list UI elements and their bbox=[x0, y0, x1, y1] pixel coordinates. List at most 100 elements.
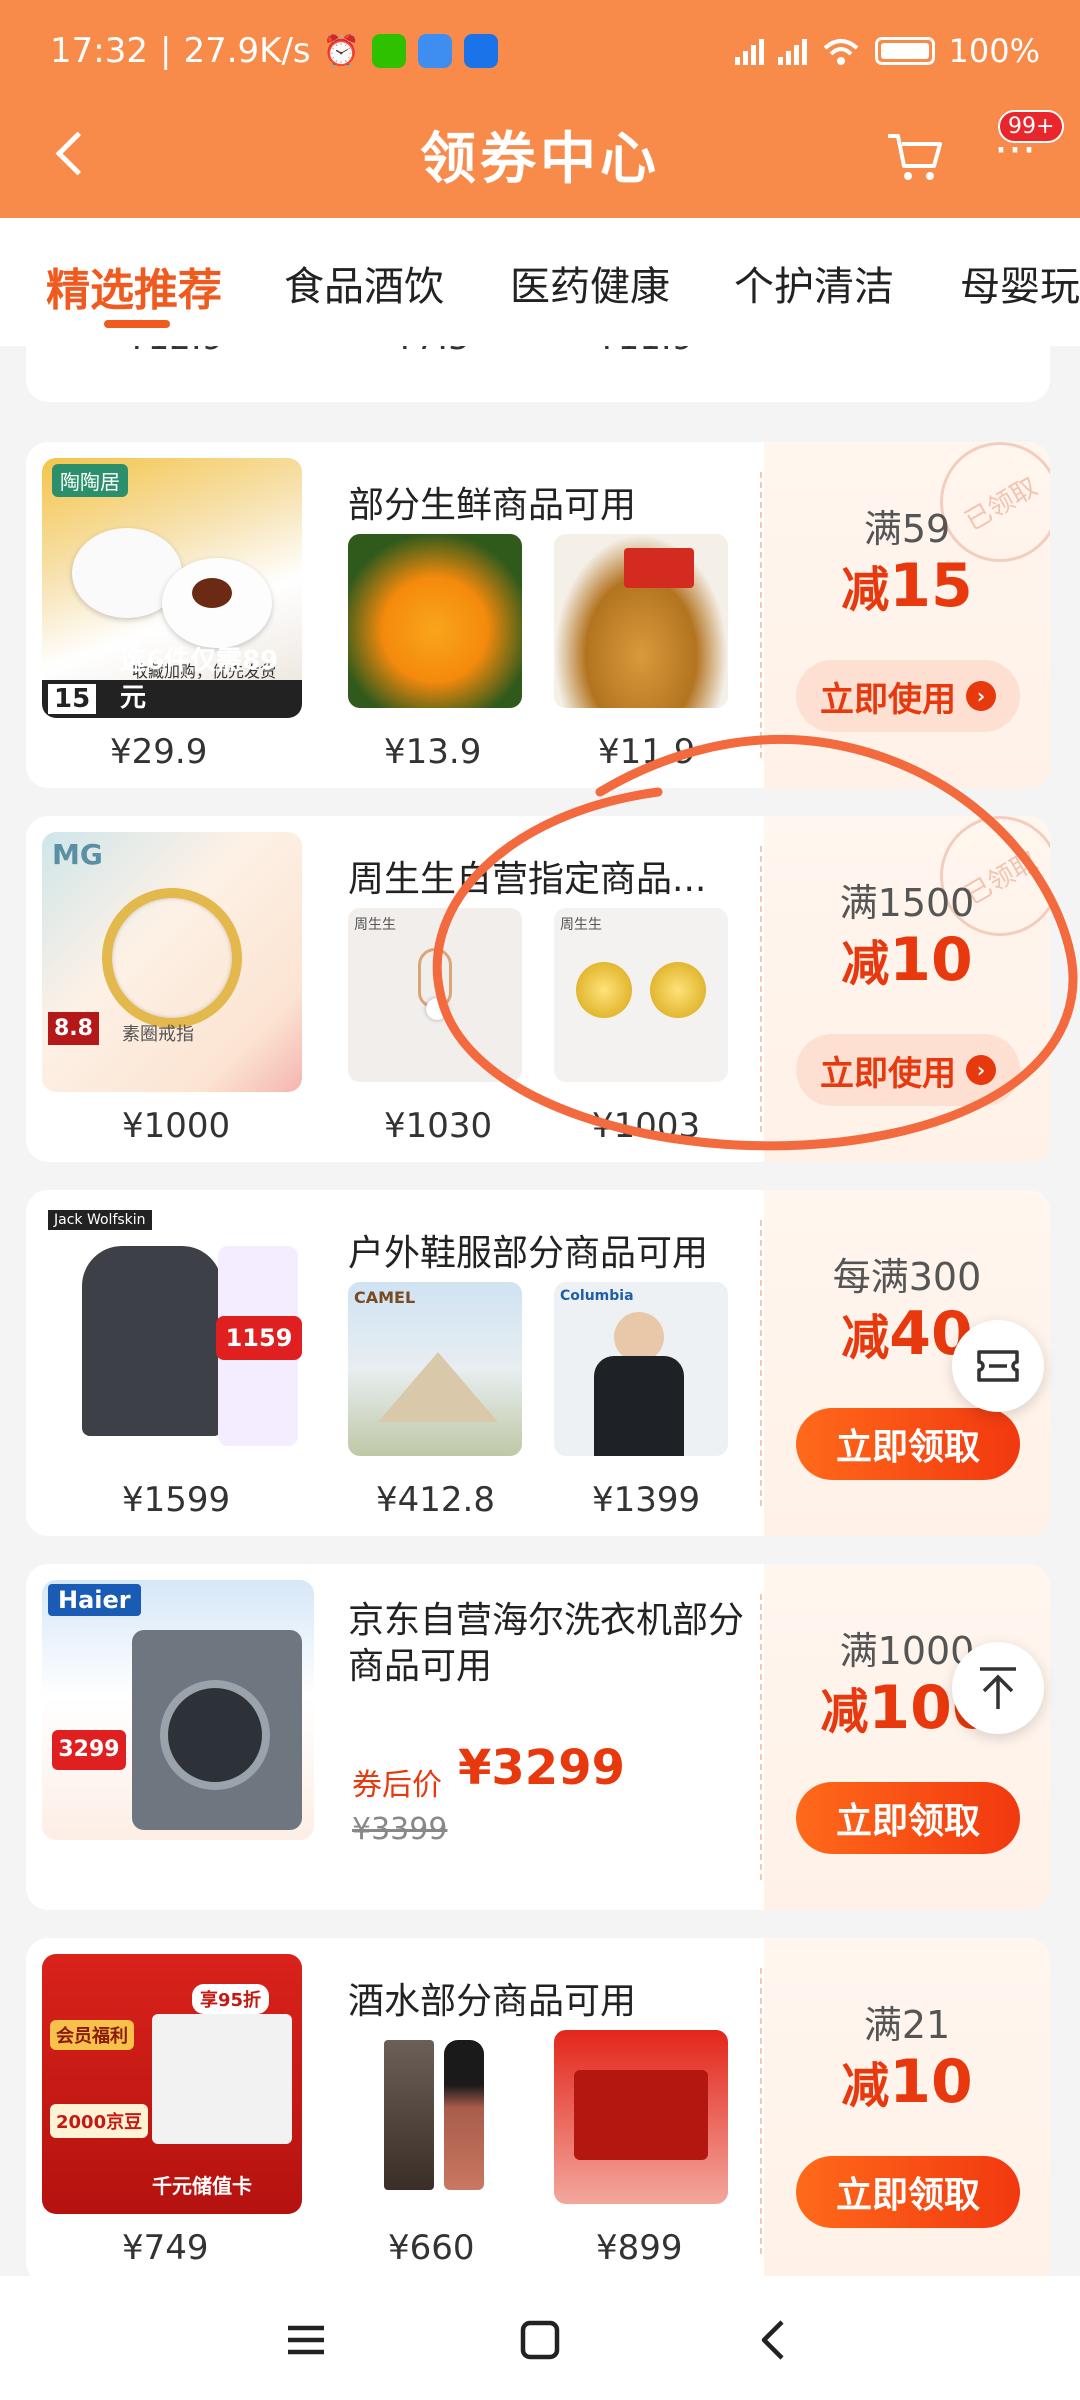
product-image-washer[interactable]: Haier 3299 bbox=[42, 1580, 314, 1840]
tab-food[interactable]: 食品酒饮 bbox=[284, 254, 444, 312]
discount-amount: 10 bbox=[889, 2047, 973, 2117]
image-badge: 15 bbox=[48, 684, 97, 714]
image-label: 2000京豆 bbox=[50, 2104, 149, 2138]
jacket-shape bbox=[82, 1246, 222, 1436]
coupon-list[interactable]: ¥12.9 ¥7.5 ¥11.9 陶陶居 收藏加购，优先发货 15 选6件仅需8… bbox=[0, 346, 1080, 2276]
status-time: 17:32 bbox=[50, 31, 148, 71]
back-to-top-button[interactable] bbox=[952, 1642, 1044, 1734]
signal-icon bbox=[777, 37, 807, 65]
coupon-condition: 满59 bbox=[863, 507, 951, 551]
status-bar: 17:32 | 27.9K/s ⏰ 100% bbox=[50, 26, 1040, 76]
product-price: ¥12.9 bbox=[126, 346, 223, 358]
bun-filling bbox=[192, 578, 232, 608]
claim-now-button[interactable]: 立即领取 bbox=[796, 1408, 1020, 1480]
annotation-circle bbox=[432, 734, 1078, 1151]
image-overlay-text: 选6件仅需89元 bbox=[120, 646, 279, 713]
product-price: ¥1599 bbox=[122, 1480, 231, 1520]
coupon-card[interactable]: Haier 3299 京东自营海尔洗衣机部分商品可用 券后价 ¥3299 ¥33… bbox=[26, 1564, 1050, 1910]
discount-amount: 15 bbox=[889, 551, 973, 621]
coat-shape bbox=[594, 1356, 684, 1456]
package-shape bbox=[624, 548, 694, 588]
after-coupon-price: ¥3299 bbox=[458, 1740, 625, 1796]
coupon-title: 部分生鲜商品可用 bbox=[348, 485, 637, 526]
product-image-tent[interactable]: CAMEL bbox=[348, 1282, 522, 1456]
tab-personal-care[interactable]: 个护清洁 bbox=[734, 254, 894, 312]
coupon-discount: 减15 bbox=[764, 550, 1050, 621]
product-image-ring[interactable]: MG 素圈戒指 8.8 bbox=[42, 832, 302, 1092]
product-image-gift-set[interactable] bbox=[554, 2030, 728, 2204]
signal-icon bbox=[734, 37, 764, 65]
coupon-title: 京东自营海尔洗衣机部分商品可用 bbox=[348, 1600, 745, 1687]
coupon-condition: 每满300 bbox=[832, 1255, 982, 1299]
discount-prefix: 减 bbox=[841, 1310, 890, 1366]
nav-bar: 领券中心 ··· 99+ bbox=[0, 100, 1080, 208]
image-price: 3299 bbox=[52, 1730, 126, 1770]
coupon-discount: 减10 bbox=[764, 2046, 1050, 2117]
product-image-chestnut[interactable] bbox=[554, 534, 728, 708]
brand-label: 周生生 bbox=[354, 917, 396, 933]
cart-badge: 99+ bbox=[998, 110, 1065, 143]
product-price: ¥1399 bbox=[592, 1480, 701, 1520]
product-image-jacket[interactable]: Jack Wolfskin 1159 bbox=[42, 1206, 302, 1466]
brand-label: Jack Wolfskin bbox=[48, 1210, 152, 1230]
coupon-card[interactable]: Jack Wolfskin 1159 户外鞋服部分商品可用 CAMEL Colu… bbox=[26, 1190, 1050, 1536]
product-price: ¥660 bbox=[388, 2228, 475, 2268]
tab-featured[interactable]: 精选推荐 bbox=[46, 254, 222, 318]
cart-icon[interactable] bbox=[884, 128, 944, 184]
wechat-icon bbox=[371, 34, 406, 68]
tent-shape bbox=[378, 1352, 498, 1422]
product-image-brandy[interactable] bbox=[348, 2030, 522, 2204]
tab-mother-baby[interactable]: 母婴玩 bbox=[960, 254, 1080, 312]
arrow-right-icon: › bbox=[966, 681, 996, 711]
product-image-liquor[interactable]: 享95折 会员福利 2000京豆 千元储值卡 bbox=[42, 1954, 302, 2214]
arrow-up-icon bbox=[980, 1667, 1016, 1709]
product-price: ¥1000 bbox=[122, 1106, 231, 1146]
coupon-title: 户外鞋服部分商品可用 bbox=[348, 1233, 709, 1274]
coupon-divider bbox=[760, 472, 762, 758]
product-price: ¥412.8 bbox=[376, 1480, 495, 1520]
header-bar: 17:32 | 27.9K/s ⏰ 100% 领券中心 ··· 99+ bbox=[0, 0, 1080, 218]
coupon-divider bbox=[760, 1594, 762, 1880]
brand-label: Haier bbox=[48, 1584, 141, 1616]
washer-door bbox=[160, 1680, 270, 1790]
gift-set-shape bbox=[574, 2070, 708, 2160]
brand-label: MG bbox=[52, 838, 103, 871]
product-price: ¥29.9 bbox=[110, 732, 208, 772]
tab-indicator bbox=[104, 320, 170, 328]
coupon-divider bbox=[760, 1220, 762, 1506]
product-image-coat[interactable]: Columbia bbox=[554, 1282, 728, 1456]
tab-health[interactable]: 医药健康 bbox=[510, 254, 670, 312]
claim-now-button[interactable]: 立即领取 bbox=[796, 2156, 1020, 2228]
original-price: ¥3399 bbox=[352, 1812, 448, 1847]
coupon-card-partial[interactable]: ¥12.9 ¥7.5 ¥11.9 bbox=[26, 346, 1050, 402]
discount-prefix: 减 bbox=[820, 1684, 869, 1740]
image-price: 1159 bbox=[216, 1316, 302, 1360]
battery-icon bbox=[874, 37, 935, 65]
battery-percent: 100% bbox=[948, 32, 1040, 70]
product-price: ¥11.9 bbox=[596, 346, 693, 358]
status-divider: | bbox=[159, 31, 172, 71]
claim-now-button[interactable]: 立即领取 bbox=[796, 1782, 1020, 1854]
button-label: 立即使用 bbox=[820, 679, 956, 720]
product-price: ¥749 bbox=[122, 2228, 209, 2268]
image-label: 素圈戒指 bbox=[122, 1024, 194, 1045]
image-tag: 享95折 bbox=[192, 1984, 270, 2014]
product-image-buns[interactable]: 陶陶居 收藏加购，优先发货 15 选6件仅需89元 bbox=[42, 458, 302, 718]
brand-label: CAMEL bbox=[354, 1288, 416, 1307]
coupon-float-button[interactable] bbox=[952, 1320, 1044, 1412]
coupon-card[interactable]: 享95折 会员福利 2000京豆 千元储值卡 酒水部分商品可用 ¥749 ¥66… bbox=[26, 1938, 1050, 2276]
back-nav-icon[interactable] bbox=[744, 2316, 804, 2364]
image-label: 千元储值卡 bbox=[152, 2174, 252, 2198]
coupon-divider bbox=[760, 1968, 762, 2254]
system-nav-bar bbox=[0, 2276, 1080, 2400]
upload-icon bbox=[463, 34, 498, 68]
wifi-icon bbox=[823, 39, 858, 65]
coupon-condition: 满21 bbox=[863, 2003, 951, 2047]
home-icon[interactable] bbox=[510, 2316, 570, 2364]
bottle-shape bbox=[444, 2040, 484, 2190]
product-price: ¥7.5 bbox=[394, 346, 470, 358]
gift-box bbox=[152, 2014, 292, 2144]
menu-icon[interactable] bbox=[276, 2316, 336, 2364]
product-image-orange[interactable] bbox=[348, 534, 522, 708]
after-coupon-label: 券后价 bbox=[352, 1768, 442, 1803]
